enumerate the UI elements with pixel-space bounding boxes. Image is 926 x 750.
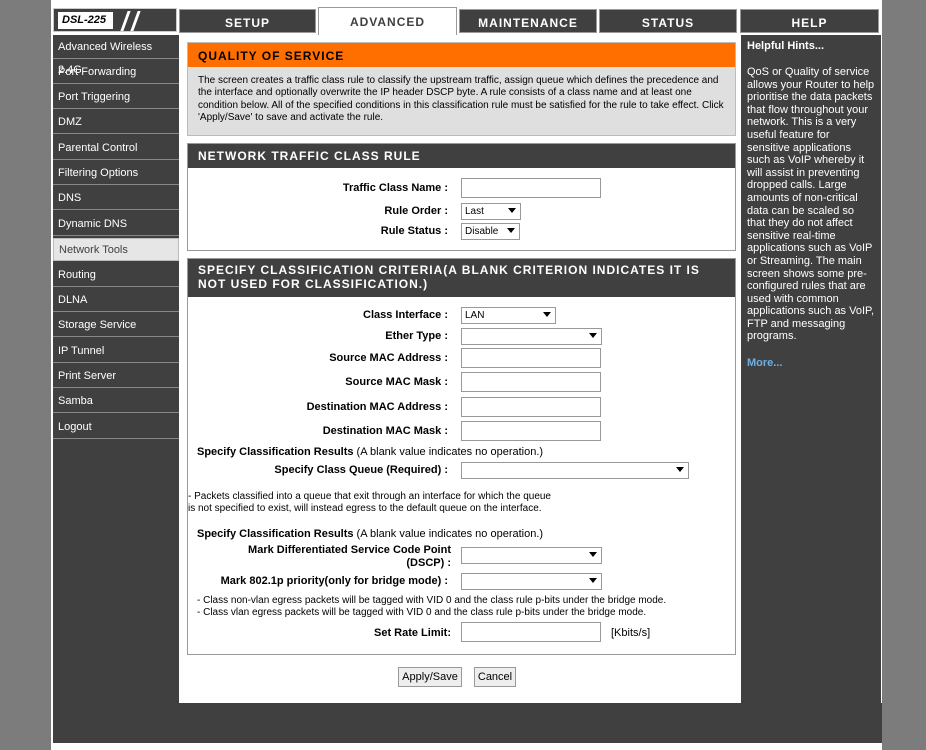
source-mac-label: Source MAC Address : [329,352,448,364]
sidebar-item-filtering-options[interactable]: Filtering Options [53,162,179,185]
qos-title: QUALITY OF SERVICE [188,43,735,67]
sidebar-item-dns[interactable]: DNS [53,187,179,210]
dscp-label-line1: Mark Differentiated Service Code Point [248,544,451,556]
rate-limit-unit: [Kbits/s] [611,627,651,639]
vlan-note-2: - Class vlan egress packets will be tagg… [197,607,647,618]
dscp-label: Mark Differentiated Service Code Point (D… [190,544,451,570]
router-logo: DSL-225 [53,8,177,32]
results-heading-2-note: (A blank value indicates no operation.) [353,528,544,540]
traffic-class-name-input[interactable] [461,178,601,198]
rule-order-label: Rule Order : [384,205,448,217]
sidebar-item-logout[interactable]: Logout [53,416,179,439]
queue-note-1: - Packets classified into a queue that e… [188,491,551,502]
class-queue-label: Specify Class Queue (Required) : [274,464,448,476]
source-mask-input[interactable] [461,372,601,392]
logo-slash-icon [120,11,131,31]
class-interface-value: LAN [465,310,485,321]
sidebar-item-print-server[interactable]: Print Server [53,365,179,388]
traffic-class-name-label: Traffic Class Name : [342,182,448,194]
class-interface-label: Class Interface : [363,309,448,321]
tab-setup[interactable]: SETUP [179,9,316,33]
dscp-label-line2: (DSCP) : [406,557,451,569]
sidebar-item-parental-control[interactable]: Parental Control [53,137,179,160]
rate-limit-label: Set Rate Limit: [373,627,451,639]
tab-help[interactable]: HELP [740,9,879,33]
chevron-down-icon [508,208,516,213]
qos-description: The screen creates a traffic class rule … [198,75,724,124]
destination-mac-input[interactable] [461,397,601,417]
classification-criteria-title: SPECIFY CLASSIFICATION CRITERIA(A BLANK … [188,259,735,297]
tab-maintenance[interactable]: MAINTENANCE [459,9,597,33]
destination-mac-label: Destination MAC Address : [306,401,448,413]
tab-status[interactable]: STATUS [599,9,737,33]
tab-advanced[interactable]: ADVANCED [318,7,457,35]
chevron-down-icon [589,333,597,338]
results-heading-2-text: Specify Classification Results [197,528,354,540]
sidebar-item-port-forwarding[interactable]: Port Forwarding [53,61,179,84]
sidebar: Advanced Wireless 2.4G Port Forwarding P… [53,35,179,703]
source-mask-label: Source MAC Mask : [345,376,448,388]
chevron-down-icon [507,228,515,233]
classification-results-heading: Specify Classification Results (A blank … [197,446,543,459]
chevron-down-icon [543,312,551,317]
chevron-down-icon [589,578,597,583]
sidebar-item-storage-service[interactable]: Storage Service [53,314,179,337]
results-heading-text: Specify Classification Results [197,446,354,458]
queue-note-2: is not specified to exist, will instead … [188,503,542,514]
logo-slash-icon [130,11,141,31]
cancel-button[interactable]: Cancel [474,667,516,687]
model-label: DSL-225 [58,12,113,29]
rule-order-select[interactable]: Last [461,203,521,220]
helpful-hints-panel: Helpful Hints... QoS or Quality of servi… [741,35,881,703]
sidebar-item-routing[interactable]: Routing [53,264,179,287]
rule-status-select[interactable]: Disable [461,223,520,240]
sidebar-item-dynamic-dns[interactable]: Dynamic DNS [53,213,179,236]
sidebar-item-advanced-wireless[interactable]: Advanced Wireless 2.4G [53,36,179,76]
rule-status-label: Rule Status : [380,225,448,237]
sidebar-item-dlna[interactable]: DLNA [53,289,179,312]
class-queue-select[interactable] [461,462,689,479]
sidebar-item-network-tools[interactable]: Network Tools [53,238,179,261]
footer-bar [53,703,882,743]
ether-type-select[interactable] [461,328,602,345]
destination-mask-input[interactable] [461,421,601,441]
vlan-note-1: - Class non-vlan egress packets will be … [197,595,667,606]
destination-mask-label: Destination MAC Mask : [322,425,448,437]
chevron-down-icon [676,467,684,472]
apply-save-button[interactable]: Apply/Save [398,667,462,687]
class-interface-select[interactable]: LAN [461,307,556,324]
classification-results-heading-2: Specify Classification Results (A blank … [197,528,543,541]
rule-order-value: Last [465,206,484,217]
chevron-down-icon [589,552,597,557]
dscp-select[interactable] [461,547,602,564]
traffic-class-rule-title: NETWORK TRAFFIC CLASS RULE [188,144,735,168]
sidebar-item-dmz[interactable]: DMZ [53,111,179,134]
results-heading-note: (A blank value indicates no operation.) [353,446,544,458]
sidebar-item-port-triggering[interactable]: Port Triggering [53,86,179,109]
hints-title: Helpful Hints... [747,40,824,52]
ether-type-label: Ether Type : [385,330,448,342]
rule-status-value: Disable [465,226,499,237]
sidebar-item-samba[interactable]: Samba [53,390,179,413]
hints-more-link[interactable]: More... [747,357,782,369]
source-mac-input[interactable] [461,348,601,368]
hints-body: QoS or Quality of service allows your Ro… [747,66,875,343]
rate-limit-input[interactable] [461,622,601,642]
priority-8021p-select[interactable] [461,573,602,590]
sidebar-item-ip-tunnel[interactable]: IP Tunnel [53,340,179,363]
priority-8021p-label: Mark 802.1p priority(only for bridge mod… [220,575,448,587]
qos-info-panel: QUALITY OF SERVICE The screen creates a … [187,42,736,136]
